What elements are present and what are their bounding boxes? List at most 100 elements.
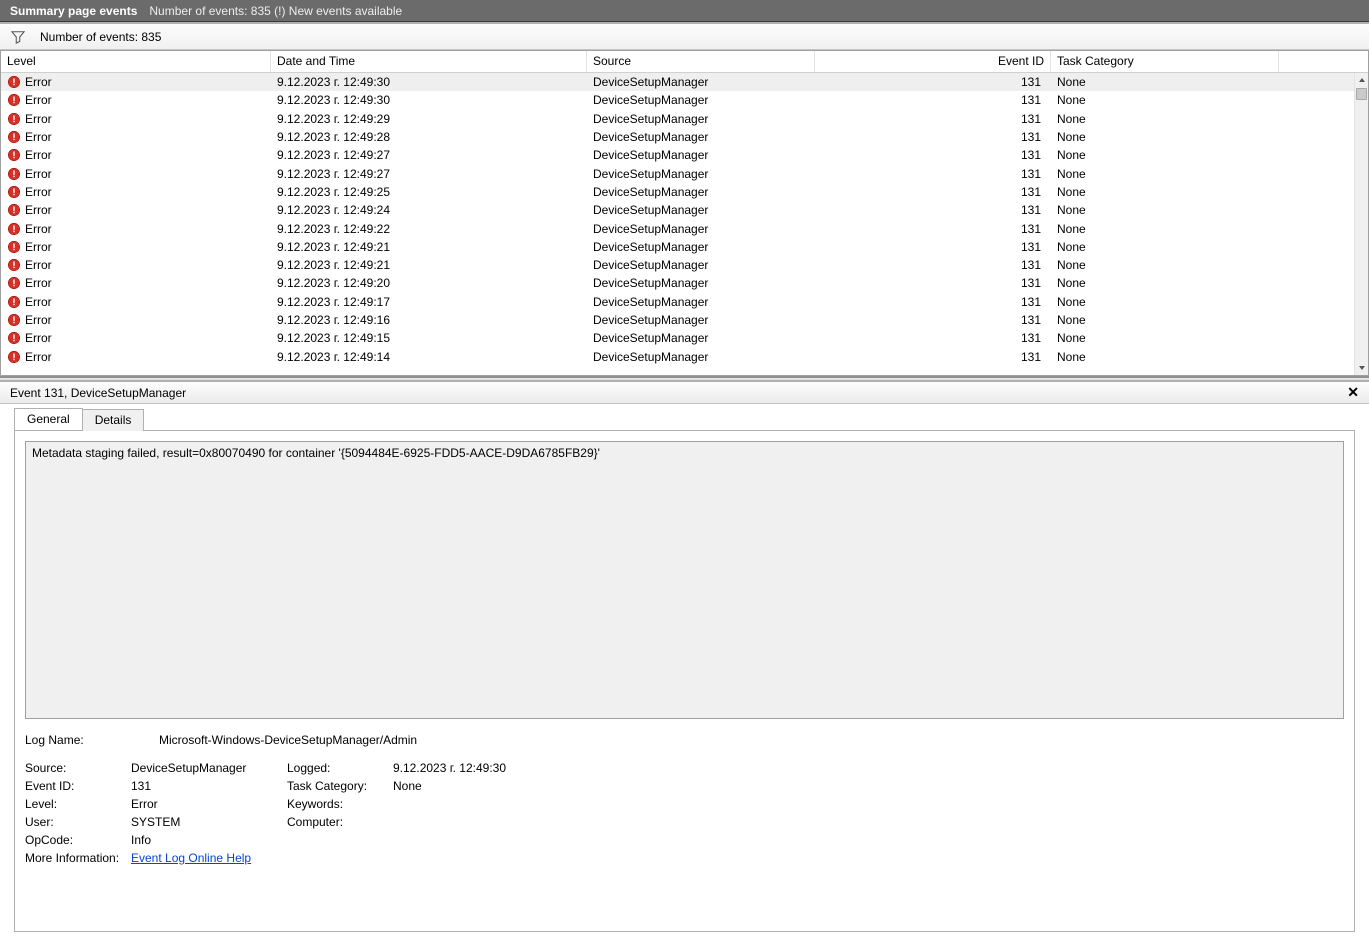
table-row[interactable]: Error9.12.2023 г. 12:49:30DeviceSetupMan… <box>1 91 1354 109</box>
cell-level: Error <box>1 331 271 345</box>
table-row[interactable]: Error9.12.2023 г. 12:49:17DeviceSetupMan… <box>1 293 1354 311</box>
cell-task: None <box>1051 350 1279 364</box>
cell-level-text: Error <box>25 167 52 181</box>
scroll-down-button[interactable] <box>1355 361 1368 375</box>
cell-level: Error <box>1 130 271 144</box>
tab-details[interactable]: Details <box>82 409 145 431</box>
cell-date: 9.12.2023 г. 12:49:24 <box>271 203 587 217</box>
cell-date: 9.12.2023 г. 12:49:17 <box>271 295 587 309</box>
cell-date: 9.12.2023 г. 12:49:29 <box>271 112 587 126</box>
table-row[interactable]: Error 9.12.2023 г. 12:49:21DeviceSetupMan… <box>1 256 1354 274</box>
table-row[interactable]: Error9.12.2023 г. 12:49:21DeviceSetupMan… <box>1 238 1354 256</box>
col-header-task[interactable]: Task Category <box>1051 51 1279 72</box>
error-icon <box>7 148 21 162</box>
cell-source: DeviceSetupManager <box>587 167 815 181</box>
table-row[interactable]: Error 9.12.2023 г. 12:49:27DeviceSetupMan… <box>1 164 1354 182</box>
scroll-up-button[interactable] <box>1355 73 1368 87</box>
logged-value: 9.12.2023 г. 12:49:30 <box>393 761 653 775</box>
events-grid: Level Date and Time Source Event ID Task… <box>0 50 1369 376</box>
cell-date: 9.12.2023 г. 12:49:21 <box>271 258 587 272</box>
cell-source: DeviceSetupManager <box>587 112 815 126</box>
cell-task: None <box>1051 313 1279 327</box>
cell-eventid: 131 <box>815 295 1051 309</box>
table-row[interactable]: Error 9.12.2023 г. 12:49:25DeviceSetupMan… <box>1 183 1354 201</box>
cell-level-text: Error <box>25 185 52 199</box>
cell-date: 9.12.2023 г. 12:49:20 <box>271 276 587 290</box>
general-tab-page: Metadata staging failed, result=0x800704… <box>14 430 1355 932</box>
error-icon <box>7 75 21 89</box>
error-icon <box>7 93 21 107</box>
cell-eventid: 131 <box>815 148 1051 162</box>
summary-title: Summary page events <box>10 4 137 18</box>
table-row[interactable]: Error9.12.2023 г. 12:49:30DeviceSetupMan… <box>1 73 1354 91</box>
cell-task: None <box>1051 75 1279 89</box>
cell-source: DeviceSetupManager <box>587 185 815 199</box>
event-metadata: Source: DeviceSetupManager Logged: 9.12.… <box>25 761 1344 865</box>
close-detail-button[interactable]: ✕ <box>1347 384 1359 401</box>
table-row[interactable]: Error9.12.2023 г. 12:49:27DeviceSetupMan… <box>1 146 1354 164</box>
cell-date: 9.12.2023 г. 12:49:14 <box>271 350 587 364</box>
cell-level-text: Error <box>25 203 52 217</box>
cell-level-text: Error <box>25 112 52 126</box>
cell-task: None <box>1051 130 1279 144</box>
table-row[interactable]: Error9.12.2023 г. 12:49:16DeviceSetupMan… <box>1 311 1354 329</box>
cell-source: DeviceSetupManager <box>587 276 815 290</box>
scroll-thumb[interactable] <box>1356 88 1367 100</box>
error-icon <box>7 203 21 217</box>
cell-level: Error <box>1 350 271 364</box>
taskcat-label: Task Category: <box>287 779 387 793</box>
table-row[interactable]: Error9.12.2023 г. 12:49:28DeviceSetupMan… <box>1 128 1354 146</box>
moreinfo-label: More Information: <box>25 851 125 865</box>
cell-level: Error <box>1 258 271 272</box>
cell-eventid: 131 <box>815 75 1051 89</box>
cell-source: DeviceSetupManager <box>587 222 815 236</box>
cell-eventid: 131 <box>815 313 1051 327</box>
cell-level: Error <box>1 276 271 290</box>
cell-date: 9.12.2023 г. 12:49:16 <box>271 313 587 327</box>
table-row[interactable]: Error9.12.2023 г. 12:49:15DeviceSetupMan… <box>1 329 1354 347</box>
col-header-date[interactable]: Date and Time <box>271 51 587 72</box>
cell-eventid: 131 <box>815 93 1051 107</box>
cell-eventid: 131 <box>815 185 1051 199</box>
error-icon <box>7 112 21 126</box>
cell-task: None <box>1051 93 1279 107</box>
cell-source: DeviceSetupManager <box>587 258 815 272</box>
computer-label: Computer: <box>287 815 387 829</box>
cell-task: None <box>1051 295 1279 309</box>
vertical-scrollbar[interactable] <box>1354 73 1368 375</box>
table-row[interactable]: Error 9.12.2023 г. 12:49:29DeviceSetupMan… <box>1 110 1354 128</box>
detail-pane-header: Event 131, DeviceSetupManager ✕ <box>0 382 1369 404</box>
cell-level-text: Error <box>25 258 52 272</box>
source-label: Source: <box>25 761 125 775</box>
scroll-track[interactable] <box>1355 101 1368 361</box>
cell-source: DeviceSetupManager <box>587 295 815 309</box>
table-row[interactable]: Error9.12.2023 г. 12:49:22DeviceSetupMan… <box>1 219 1354 237</box>
cell-date: 9.12.2023 г. 12:49:15 <box>271 331 587 345</box>
cell-date: 9.12.2023 г. 12:49:27 <box>271 167 587 181</box>
cell-source: DeviceSetupManager <box>587 331 815 345</box>
col-header-eventid[interactable]: Event ID <box>815 51 1051 72</box>
col-header-level[interactable]: Level <box>1 51 271 72</box>
cell-date: 9.12.2023 г. 12:49:28 <box>271 130 587 144</box>
cell-eventid: 131 <box>815 258 1051 272</box>
table-row[interactable]: Error9.12.2023 г. 12:49:14DeviceSetupMan… <box>1 347 1354 365</box>
error-icon <box>7 350 21 364</box>
cell-eventid: 131 <box>815 167 1051 181</box>
cell-date: 9.12.2023 г. 12:49:25 <box>271 185 587 199</box>
cell-eventid: 131 <box>815 331 1051 345</box>
tab-general[interactable]: General <box>14 408 83 430</box>
detail-tabs: General Details <box>0 404 1369 430</box>
logged-label: Logged: <box>287 761 387 775</box>
col-header-source[interactable]: Source <box>587 51 815 72</box>
cell-date: 9.12.2023 г. 12:49:22 <box>271 222 587 236</box>
cell-level-text: Error <box>25 240 52 254</box>
filter-icon[interactable] <box>10 29 26 45</box>
table-row[interactable]: Error9.12.2023 г. 12:49:24DeviceSetupMan… <box>1 201 1354 219</box>
table-row[interactable]: Error9.12.2023 г. 12:49:20DeviceSetupMan… <box>1 274 1354 292</box>
cell-source: DeviceSetupManager <box>587 75 815 89</box>
eventid-label: Event ID: <box>25 779 125 793</box>
moreinfo-link[interactable]: Event Log Online Help <box>131 851 281 865</box>
eventid-value: 131 <box>131 779 281 793</box>
opcode-label: OpCode: <box>25 833 125 847</box>
cell-eventid: 131 <box>815 222 1051 236</box>
